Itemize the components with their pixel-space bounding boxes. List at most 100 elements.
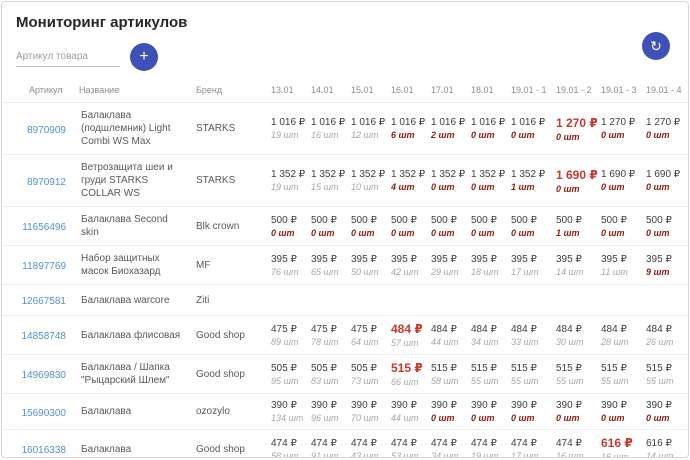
price-qty-cell: 475 ₽78 шт [309, 316, 349, 355]
qty-value: 9 шт [646, 267, 687, 277]
price-qty-cell: 616 ₽16 шт [599, 430, 644, 459]
price-value: 500 ₽ [391, 215, 427, 226]
price-qty-cell: 1 352 ₽15 шт [309, 155, 349, 207]
qty-value: 55 шт [511, 376, 552, 386]
price-qty-cell: 1 016 ₽6 шт [389, 103, 429, 155]
qty-value: 0 шт [556, 184, 597, 194]
article-link[interactable]: 14969830 [22, 370, 67, 381]
price-qty-cell: 1 016 ₽19 шт [269, 103, 309, 155]
qty-value: 0 шт [556, 132, 597, 142]
column-header-brand: Бренд [194, 79, 269, 103]
qty-value: 65 шт [311, 267, 347, 277]
table-header: АртикулНазваниеБренд13.0114.0115.0116.01… [2, 79, 689, 103]
price-value: 1 270 ₽ [601, 117, 642, 128]
qty-value: 57 шт [391, 338, 427, 348]
qty-value: 73 шт [351, 376, 387, 386]
article-link[interactable]: 16016338 [22, 445, 67, 456]
plus-icon: + [139, 49, 148, 65]
qty-value: 2 шт [431, 130, 467, 140]
price-qty-cell: 484 ₽28 шт [599, 316, 644, 355]
price-value: 1 016 ₽ [471, 117, 507, 128]
price-value: 474 ₽ [511, 438, 552, 449]
price-value: 390 ₽ [471, 400, 507, 411]
qty-value: 34 шт [431, 451, 467, 459]
price-qty-cell: 1 016 ₽ 0 шт [469, 103, 509, 155]
price-qty-cell: 500 ₽ 1 шт [554, 207, 599, 246]
price-value: 515 ₽ [511, 363, 552, 374]
article-link[interactable]: 8970909 [27, 125, 66, 136]
price-value: 500 ₽ [471, 215, 507, 226]
qty-value: 1 шт [556, 228, 597, 238]
price-qty-cell: 484 ₽26 шт [644, 316, 689, 355]
article-link[interactable]: 12667581 [22, 296, 67, 307]
price-value: 474 ₽ [311, 438, 347, 449]
refresh-button[interactable]: ↻ [642, 32, 670, 60]
price-value: 1 352 ₽ [511, 169, 552, 180]
qty-value: 0 шт [511, 413, 552, 423]
price-qty-cell: 484 ₽30 шт [554, 316, 599, 355]
product-name: Балаклава (подшлемник) Light Combi WS Ma… [79, 103, 194, 155]
product-name: Балаклава [79, 430, 194, 459]
monitoring-card: Мониторинг артикулов + ↻ АртикулНазвание… [1, 1, 689, 458]
qty-value: 19 шт [471, 451, 507, 459]
price-value: 395 ₽ [511, 254, 552, 265]
price-value: 474 ₽ [556, 438, 597, 449]
price-qty-cell: 1 690 ₽0 шт [644, 155, 689, 207]
qty-value: 50 шт [351, 267, 387, 277]
add-article-button[interactable]: + [130, 43, 158, 71]
price-value: 515 ₽ [431, 363, 467, 374]
price-value: 1 016 ₽ [511, 117, 552, 128]
price-qty-cell: 515 ₽ 55 шт [509, 355, 554, 394]
price-value: 390 ₽ [511, 400, 552, 411]
price-qty-cell: 1 270 ₽0 шт [554, 103, 599, 155]
price-value: 1 352 ₽ [431, 169, 467, 180]
price-qty-cell: 515 ₽55 шт [644, 355, 689, 394]
price-qty-cell: 474 ₽17 шт [509, 430, 554, 459]
column-header-date: 15.01 [349, 79, 389, 103]
qty-value: 0 шт [601, 413, 642, 423]
article-link[interactable]: 15690300 [22, 408, 67, 419]
qty-value: 0 шт [431, 413, 467, 423]
price-qty-cell: 395 ₽14 шт [554, 246, 599, 285]
qty-value: 96 шт [311, 413, 347, 423]
qty-value: 0 шт [351, 228, 387, 238]
qty-value: 0 шт [431, 228, 467, 238]
price-qty-cell: 484 ₽34 шт [469, 316, 509, 355]
refresh-icon: ↻ [650, 39, 662, 53]
card-header: Мониторинг артикулов + ↻ [2, 2, 688, 71]
price-value: 1 352 ₽ [391, 169, 427, 180]
price-qty-cell: 475 ₽64 шт [349, 316, 389, 355]
price-qty-cell: 1 270 ₽0 шт [599, 103, 644, 155]
price-value: 505 ₽ [271, 363, 307, 374]
qty-value: 0 шт [601, 182, 642, 192]
qty-value: 0 шт [471, 130, 507, 140]
column-header-name: Название [79, 79, 194, 103]
price-qty-cell: 1 016 ₽12 шт [349, 103, 389, 155]
price-value: 484 ₽ [601, 324, 642, 335]
price-qty-cell: 474 ₽58 шт [269, 430, 309, 459]
price-value: 484 ₽ [556, 324, 597, 335]
price-qty-cell: 390 ₽0 шт [554, 394, 599, 430]
price-qty-cell [644, 285, 689, 316]
qty-value: 0 шт [646, 130, 687, 140]
price-qty-cell: 1 352 ₽10 шт [349, 155, 389, 207]
qty-value: 18 шт [471, 267, 507, 277]
qty-value: 95 шт [271, 376, 307, 386]
article-link[interactable]: 14858748 [22, 331, 67, 342]
price-value: 500 ₽ [556, 215, 597, 226]
article-link[interactable]: 11897769 [22, 261, 66, 272]
brand-name: Ziti [194, 285, 269, 316]
article-link[interactable]: 11656496 [22, 222, 66, 233]
qty-value: 0 шт [511, 228, 552, 238]
price-qty-cell: 505 ₽73 шт [349, 355, 389, 394]
price-value: 500 ₽ [351, 215, 387, 226]
qty-value: 0 шт [646, 413, 687, 423]
price-qty-cell: 395 ₽29 шт [429, 246, 469, 285]
price-qty-cell: 1 690 ₽0 шт [599, 155, 644, 207]
qty-value: 10 шт [351, 182, 387, 192]
article-link[interactable]: 8970912 [27, 177, 66, 188]
price-qty-cell: 484 ₽33 шт [509, 316, 554, 355]
article-search-input[interactable] [16, 47, 120, 67]
qty-value: 0 шт [311, 228, 347, 238]
price-qty-cell: 395 ₽76 шт [269, 246, 309, 285]
